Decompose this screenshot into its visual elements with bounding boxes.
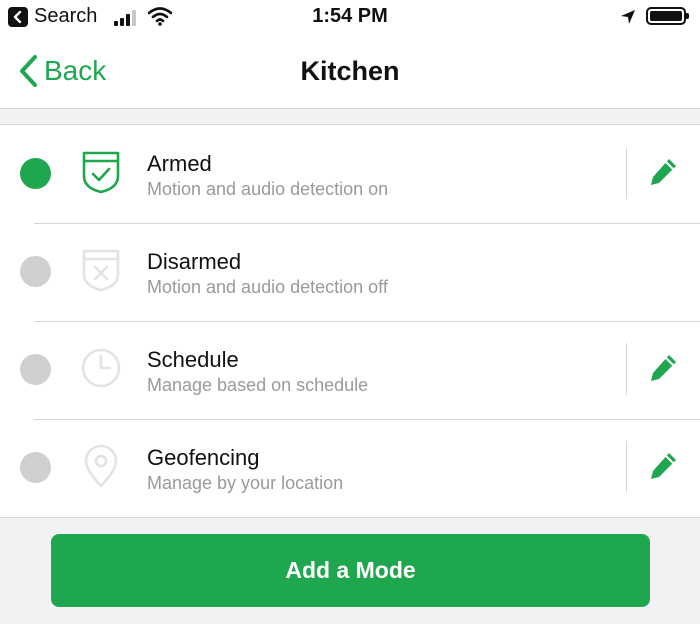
mode-radio[interactable]	[20, 256, 51, 287]
divider	[626, 147, 627, 199]
shield-x-icon	[82, 249, 120, 292]
page-title: Kitchen	[300, 56, 400, 86]
mode-title: Disarmed	[147, 249, 242, 274]
divider	[626, 343, 627, 395]
divider	[626, 441, 627, 493]
mode-subtitle: Manage based on schedule	[147, 375, 369, 395]
battery-icon	[646, 7, 689, 25]
edit-pencil-icon[interactable]	[648, 351, 680, 383]
mode-radio[interactable]	[20, 452, 51, 483]
clock-icon	[81, 348, 121, 388]
shield-check-icon	[82, 151, 120, 194]
add-mode-button[interactable]: Add a Mode	[51, 534, 650, 607]
edit-pencil-icon[interactable]	[648, 155, 680, 187]
edit-pencil-icon[interactable]	[648, 449, 680, 481]
mode-row-schedule[interactable]: Schedule Manage based on schedule	[0, 321, 700, 419]
status-bar: Search 1:54 PM	[0, 0, 700, 36]
mode-title: Armed	[147, 151, 212, 176]
mode-title: Schedule	[147, 347, 239, 372]
mode-subtitle: Motion and audio detection on	[147, 179, 389, 199]
mode-row-disarmed[interactable]: Disarmed Motion and audio detection off	[0, 223, 700, 321]
mode-radio-selected[interactable]	[20, 158, 51, 189]
mode-row-armed[interactable]: Armed Motion and audio detection on	[0, 125, 700, 223]
mode-title: Geofencing	[147, 445, 260, 470]
modes-list: Armed Motion and audio detection on Disa…	[0, 124, 700, 518]
mode-subtitle: Manage by your location	[147, 473, 344, 493]
mode-radio[interactable]	[20, 354, 51, 385]
location-services-icon	[621, 10, 635, 24]
navigation-bar: Back Kitchen	[0, 36, 700, 109]
location-pin-icon	[84, 444, 118, 488]
status-time: 1:54 PM	[312, 5, 388, 27]
mode-row-geofencing[interactable]: Geofencing Manage by your location	[0, 419, 700, 517]
mode-subtitle: Motion and audio detection off	[147, 277, 388, 297]
